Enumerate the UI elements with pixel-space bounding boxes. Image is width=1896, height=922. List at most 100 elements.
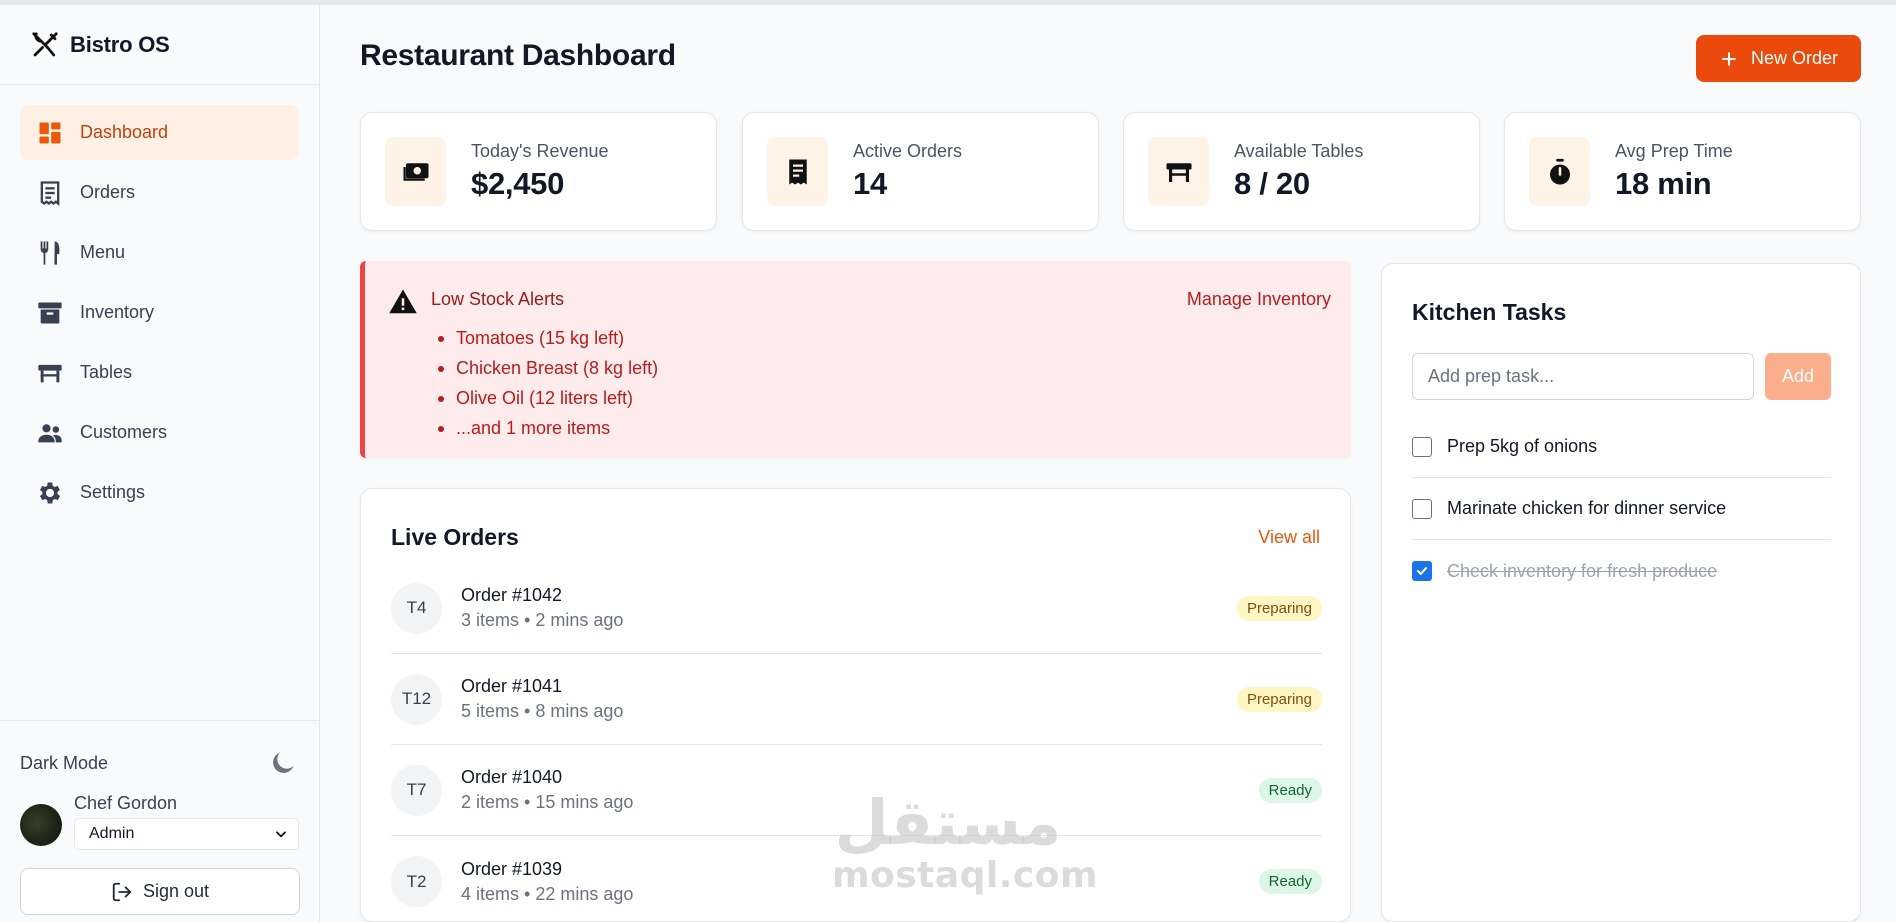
gear-icon	[36, 479, 64, 507]
sidebar-item-label: Orders	[80, 182, 136, 202]
task-item: Check inventory for fresh produce	[1412, 540, 1831, 602]
order-id: Order #1041	[461, 676, 563, 696]
table-icon	[36, 359, 64, 387]
stat-value: 14	[853, 166, 887, 201]
receipt-icon	[36, 179, 64, 207]
table-icon	[1148, 137, 1209, 206]
sign-out-button[interactable]: Sign out	[20, 868, 300, 915]
main-content: Restaurant Dashboard New Order Today's R…	[320, 5, 1896, 922]
check-icon	[1416, 567, 1428, 575]
order-id: Order #1040	[461, 767, 563, 787]
task-item: Prep 5kg of onions	[1412, 416, 1831, 478]
user-name: Chef Gordon	[74, 793, 178, 813]
stat-value: 18 min	[1615, 166, 1712, 201]
sidebar-footer: Dark Mode Chef Gordon Admin Sign out	[0, 720, 319, 922]
order-row[interactable]: T12 Order #1041 5 items • 8 mins ago Pre…	[391, 654, 1322, 745]
sidebar-item-settings[interactable]: Settings	[20, 465, 299, 520]
sidebar-item-customers[interactable]: Customers	[20, 405, 299, 460]
sidebar-item-label: Settings	[80, 482, 146, 502]
add-task-button[interactable]: Add	[1765, 353, 1831, 400]
new-order-label: New Order	[1750, 48, 1839, 68]
avatar[interactable]	[20, 804, 62, 846]
page-title: Restaurant Dashboard	[360, 39, 676, 72]
stat-label: Active Orders	[853, 141, 963, 161]
warning-icon	[389, 289, 417, 314]
stat-label: Today's Revenue	[471, 141, 609, 161]
low-stock-alert: Low Stock Alerts Manage Inventory Tomato…	[360, 261, 1351, 458]
stat-value: $2,450	[471, 166, 565, 201]
live-orders-card: Live Orders View all T4 Order #1042 3 it…	[360, 488, 1351, 922]
sign-out-label: Sign out	[142, 881, 210, 901]
table-badge: T4	[391, 582, 442, 634]
order-meta: 5 items • 8 mins ago	[461, 701, 624, 721]
status-badge: Preparing	[1236, 686, 1322, 712]
task-text: Prep 5kg of onions	[1447, 436, 1598, 456]
dark-mode-label: Dark Mode	[20, 752, 109, 773]
stat-label: Available Tables	[1234, 141, 1364, 161]
user-profile: Chef Gordon Admin	[20, 791, 299, 850]
stat-value: 8 / 20	[1234, 166, 1310, 201]
sidebar-item-dashboard[interactable]: Dashboard	[20, 105, 299, 160]
stat-card-revenue: Today's Revenue $2,450	[360, 112, 717, 231]
table-badge: T2	[391, 856, 442, 907]
order-row[interactable]: T4 Order #1042 3 items • 2 mins ago Prep…	[391, 563, 1322, 654]
timer-icon	[1529, 137, 1590, 206]
sidebar-item-menu[interactable]: Menu	[20, 225, 299, 280]
task-checkbox[interactable]	[1412, 561, 1432, 581]
table-badge: T12	[391, 673, 442, 725]
role-select-value: Admin	[89, 825, 135, 842]
task-checkbox[interactable]	[1412, 498, 1432, 519]
alert-title: Low Stock Alerts	[431, 289, 565, 309]
order-meta: 2 items • 15 mins ago	[461, 792, 634, 812]
cash-icon	[385, 137, 446, 206]
prep-task-input[interactable]	[1412, 353, 1754, 400]
dark-mode-row: Dark Mode	[20, 721, 299, 789]
alert-list: Tomatoes (15 kg left) Chicken Breast (8 …	[438, 323, 658, 443]
stat-card-avg-prep-time: Avg Prep Time 18 min	[1504, 112, 1861, 231]
moon-icon[interactable]	[269, 749, 297, 777]
order-id: Order #1039	[461, 858, 563, 879]
status-badge: Ready	[1258, 869, 1322, 894]
alert-item: Tomatoes (15 kg left)	[438, 323, 658, 353]
task-text: Marinate chicken for dinner service	[1447, 498, 1727, 518]
new-order-button[interactable]: New Order	[1696, 35, 1861, 82]
order-row[interactable]: T2 Order #1039 4 items • 22 mins ago Rea…	[391, 836, 1322, 922]
brand-name: Bistro OS	[70, 31, 170, 57]
brand[interactable]: Bistro OS	[0, 5, 319, 85]
status-badge: Ready	[1258, 777, 1322, 803]
sidebar-item-label: Tables	[80, 362, 133, 382]
alert-item: Chicken Breast (8 kg left)	[438, 353, 658, 383]
alert-item: Olive Oil (12 liters left)	[438, 383, 658, 413]
chevron-down-icon	[276, 831, 286, 838]
order-id: Order #1042	[461, 585, 563, 605]
task-checkbox[interactable]	[1412, 436, 1432, 457]
people-icon	[36, 419, 64, 447]
sidebar-item-label: Dashboard	[80, 122, 169, 142]
sidebar-item-inventory[interactable]: Inventory	[20, 285, 299, 340]
task-text: Check inventory for fresh produce	[1447, 560, 1718, 581]
status-badge: Preparing	[1236, 595, 1322, 621]
stat-card-active-orders: Active Orders 14	[742, 112, 1099, 231]
manage-inventory-link[interactable]: Manage Inventory	[1187, 289, 1331, 310]
sidebar-item-label: Menu	[80, 242, 126, 262]
task-item: Marinate chicken for dinner service	[1412, 478, 1831, 540]
sidebar-item-tables[interactable]: Tables	[20, 345, 299, 400]
sidebar: Bistro OS Dashboard Orders Menu Inventor…	[0, 5, 320, 922]
sidebar-nav: Dashboard Orders Menu Inventory Tables C…	[0, 85, 319, 520]
view-all-link[interactable]: View all	[1258, 527, 1320, 548]
utensils-crossed-icon	[32, 31, 58, 56]
order-meta: 4 items • 22 mins ago	[461, 883, 634, 904]
sidebar-item-label: Customers	[80, 422, 168, 442]
receipt-icon	[767, 137, 828, 206]
utensils-icon	[36, 239, 64, 267]
stat-label: Avg Prep Time	[1615, 141, 1733, 161]
kitchen-tasks-title: Kitchen Tasks	[1412, 299, 1567, 325]
task-list: Prep 5kg of onions Marinate chicken for …	[1412, 416, 1831, 602]
archive-icon	[36, 299, 64, 327]
alert-item: ...and 1 more items	[438, 413, 658, 443]
role-select[interactable]: Admin	[74, 818, 299, 850]
live-orders-title: Live Orders	[391, 524, 519, 550]
sidebar-item-orders[interactable]: Orders	[20, 165, 299, 220]
plus-icon	[1722, 51, 1736, 66]
order-row[interactable]: T7 Order #1040 2 items • 15 mins ago Rea…	[391, 745, 1322, 836]
